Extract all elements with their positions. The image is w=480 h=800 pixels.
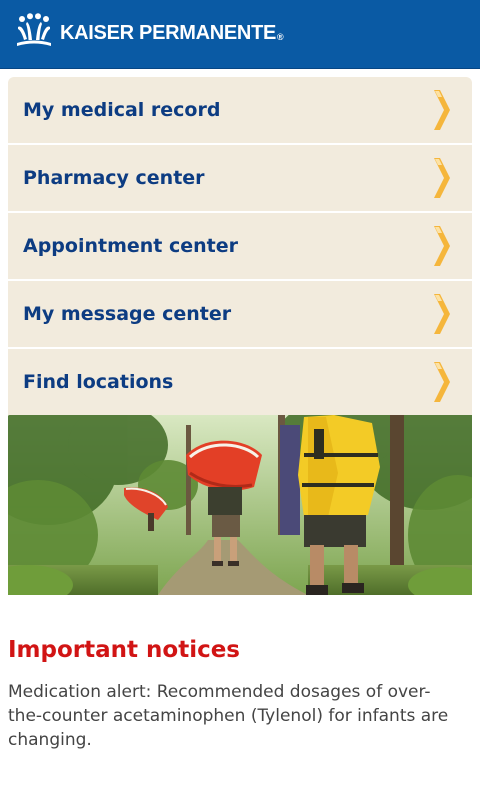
menu-item-label: My medical record [23,99,221,121]
chevron-right-icon [434,294,450,334]
menu-item-pharmacy-center[interactable]: Pharmacy center [8,145,472,213]
chevron-right-icon [434,226,450,266]
chevron-right-icon [434,158,450,198]
brand-name: KAISER PERMANENTE® [60,21,284,44]
menu-item-appointment-center[interactable]: Appointment center [8,213,472,281]
menu-item-my-medical-record[interactable]: My medical record [8,77,472,145]
notice-item[interactable]: Medication alert: Recommended dosages of… [8,680,460,752]
kaiser-permanente-logo-icon [17,13,51,46]
chevron-right-icon [434,362,450,402]
app-header: KAISER PERMANENTE® [0,0,480,69]
menu-item-label: My message center [23,303,232,325]
brand-logo[interactable]: KAISER PERMANENTE® [16,13,284,47]
menu-item-label: Appointment center [23,235,239,257]
hikers-canoes-illustration [8,415,472,595]
main-menu: My medical record Pharmacy center Appoin… [8,77,472,415]
chevron-right-icon [434,90,450,130]
menu-item-find-locations[interactable]: Find locations [8,349,472,415]
notices-heading: Important notices [8,637,240,663]
menu-item-label: Pharmacy center [23,167,205,189]
menu-item-label: Find locations [23,371,174,393]
hero-photo [8,415,472,595]
menu-item-my-message-center[interactable]: My message center [8,281,472,349]
